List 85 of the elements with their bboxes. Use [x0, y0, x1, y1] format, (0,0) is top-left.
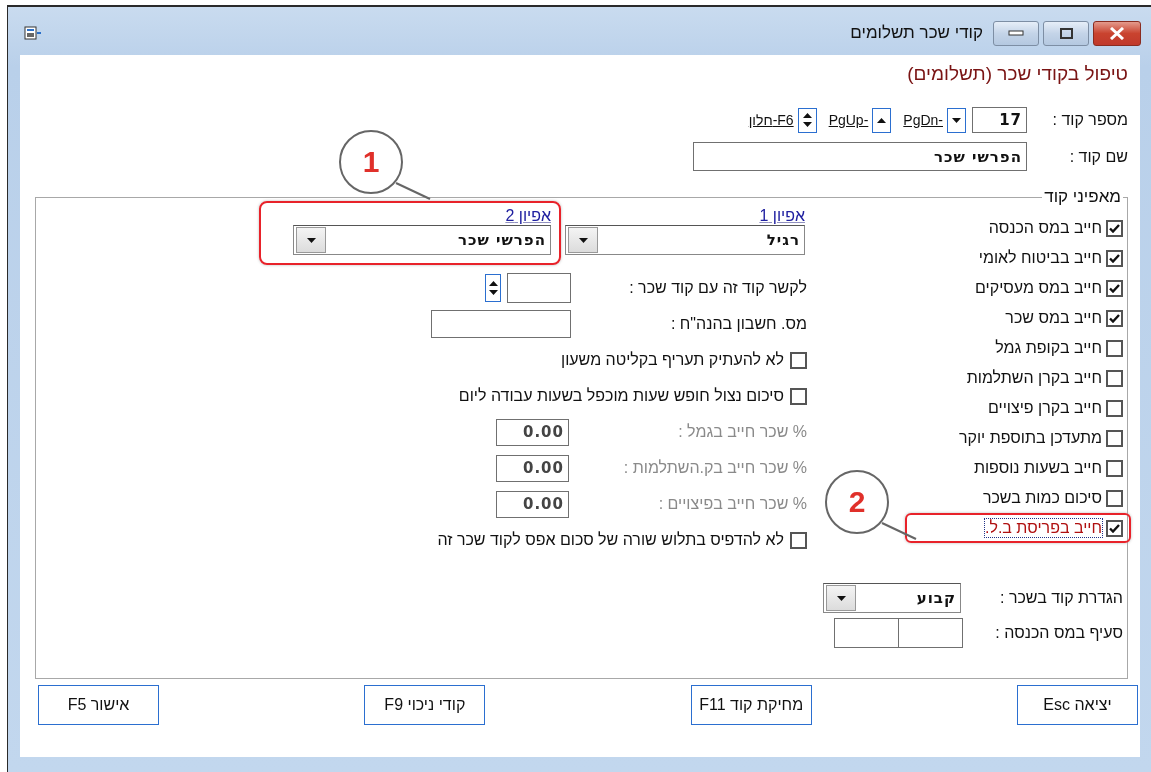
- checkbox-label: לא להעתיק תעריף בקליטה משעון: [561, 351, 784, 369]
- salary-definition-combo[interactable]: קבוע: [823, 583, 961, 613]
- spin-button[interactable]: [485, 274, 501, 302]
- field-label: סעיף במס הכנסה :: [994, 624, 1123, 642]
- dialog-button[interactable]: אישור F5: [38, 685, 159, 725]
- window-title: קודי שכר תשלומים: [850, 23, 983, 43]
- linked-code-field[interactable]: [507, 273, 571, 303]
- close-button[interactable]: [1093, 20, 1141, 46]
- checkbox[interactable]: [1106, 519, 1123, 537]
- group-title: מאפיני קוד: [1043, 187, 1122, 207]
- checkbox-label: חייב במס הכנסה: [988, 219, 1102, 237]
- down-arrow-icon: [836, 595, 846, 601]
- field-label: % שכר חייב בק.השתלמות :: [623, 459, 807, 477]
- check-icon: [1109, 313, 1120, 323]
- checkbox-label: חייב בקרן פיצויים: [988, 399, 1102, 417]
- check-icon: [1109, 253, 1120, 263]
- page-down-button[interactable]: [947, 107, 966, 133]
- checkbox-label: חייב בפריסת ב.ל.: [984, 519, 1102, 537]
- field-label: שם קוד :: [1068, 147, 1128, 166]
- code-name-field[interactable]: הפרשי שכר: [693, 142, 1027, 171]
- account-field[interactable]: [431, 310, 571, 338]
- field-label: % שכר חייב בפיצויים :: [658, 495, 807, 513]
- up-down-arrows-icon: [488, 280, 498, 296]
- checkbox[interactable]: [1106, 429, 1123, 447]
- field-label: % שכר חייב בגמל :: [678, 423, 807, 441]
- characteristic-combo[interactable]: רגיל: [565, 225, 805, 255]
- maximize-icon: [1059, 27, 1073, 39]
- leader-line: [881, 522, 917, 540]
- field-label: הגדרת קוד בשכר :: [999, 589, 1123, 607]
- characteristic-label: אפיון 1: [759, 207, 805, 225]
- checkbox-label: חייב בקרן השתלמות: [966, 369, 1102, 387]
- shortcut-link[interactable]: PgDn-: [903, 112, 943, 128]
- page-up-button[interactable]: [872, 107, 892, 133]
- checkbox[interactable]: [1106, 399, 1123, 417]
- app-icon: [24, 26, 42, 40]
- shortcut-link[interactable]: חלון-F6: [748, 112, 794, 128]
- checkbox[interactable]: [1106, 369, 1123, 387]
- field-label: מספר קוד :: [1051, 111, 1128, 129]
- check-icon: [1109, 523, 1120, 533]
- checkbox[interactable]: [1106, 279, 1123, 297]
- checkbox[interactable]: [1106, 489, 1123, 507]
- checkbox-label: חייב במס מעסיקים: [975, 279, 1102, 297]
- field-label: לקשר קוד זה עם קוד שכר :: [629, 279, 807, 297]
- checkbox-label: לא להדפיס בתלוש שורה של סכום אפס לקוד שכר זה: [437, 531, 784, 549]
- clause-field[interactable]: [834, 618, 898, 648]
- clause-field[interactable]: [898, 618, 963, 648]
- dialog-button[interactable]: יציאה Esc: [1017, 685, 1138, 725]
- window-button[interactable]: [797, 107, 817, 133]
- maximize-button[interactable]: [1043, 20, 1089, 46]
- dropdown-button[interactable]: [296, 227, 326, 253]
- characteristic-combo[interactable]: הפרשי שכר: [293, 225, 551, 255]
- field-label: מס. חשבון בהנה"ח :: [670, 315, 807, 333]
- checkbox-label: חייב במס שכר: [1005, 309, 1102, 327]
- dropdown-button[interactable]: [568, 227, 598, 253]
- checkbox-label: חייב בביטוח לאומי: [978, 249, 1102, 267]
- checkbox[interactable]: [1106, 339, 1123, 357]
- checkbox-label: סיכום כמות בשכר: [982, 489, 1102, 507]
- checkbox[interactable]: [1106, 309, 1123, 327]
- characteristic-label: אפיון 2: [505, 207, 551, 225]
- checkbox-label: חייב בשעות נוספות: [973, 459, 1102, 477]
- checkbox-label: מתעדכן בתוספת יוקר: [958, 429, 1102, 447]
- checkbox[interactable]: [1106, 219, 1123, 237]
- close-icon: [1109, 26, 1125, 40]
- leader-line: [395, 182, 431, 200]
- minimize-icon: [1008, 30, 1024, 36]
- shortcut-link[interactable]: PgUp-: [828, 112, 869, 128]
- checkbox-label: סיכום נצול חופש שעות מוכפל בשעות עבודה ליום: [458, 387, 784, 405]
- down-arrow-icon: [952, 117, 961, 123]
- down-arrow-icon: [578, 237, 588, 243]
- code-number-field[interactable]: 17: [972, 107, 1027, 133]
- up-arrow-icon: [877, 117, 887, 123]
- checkbox[interactable]: [1106, 249, 1123, 267]
- down-arrow-icon: [306, 237, 316, 243]
- check-icon: [1109, 283, 1120, 293]
- check-icon: [1109, 223, 1120, 233]
- checkbox-label: חייב בקופת גמל: [995, 339, 1102, 357]
- dialog-button[interactable]: קודי ניכוי F9: [364, 685, 486, 725]
- up-down-arrows-icon: [802, 112, 812, 128]
- checkbox[interactable]: [790, 351, 807, 369]
- checkbox[interactable]: [1106, 459, 1123, 477]
- dialog-button[interactable]: מחיקת קוד F11: [690, 685, 812, 725]
- checkbox[interactable]: [790, 531, 807, 549]
- dropdown-button[interactable]: [826, 585, 856, 611]
- form-heading: טיפול בקודי שכר (תשלומים): [906, 63, 1128, 85]
- checkbox[interactable]: [790, 387, 807, 405]
